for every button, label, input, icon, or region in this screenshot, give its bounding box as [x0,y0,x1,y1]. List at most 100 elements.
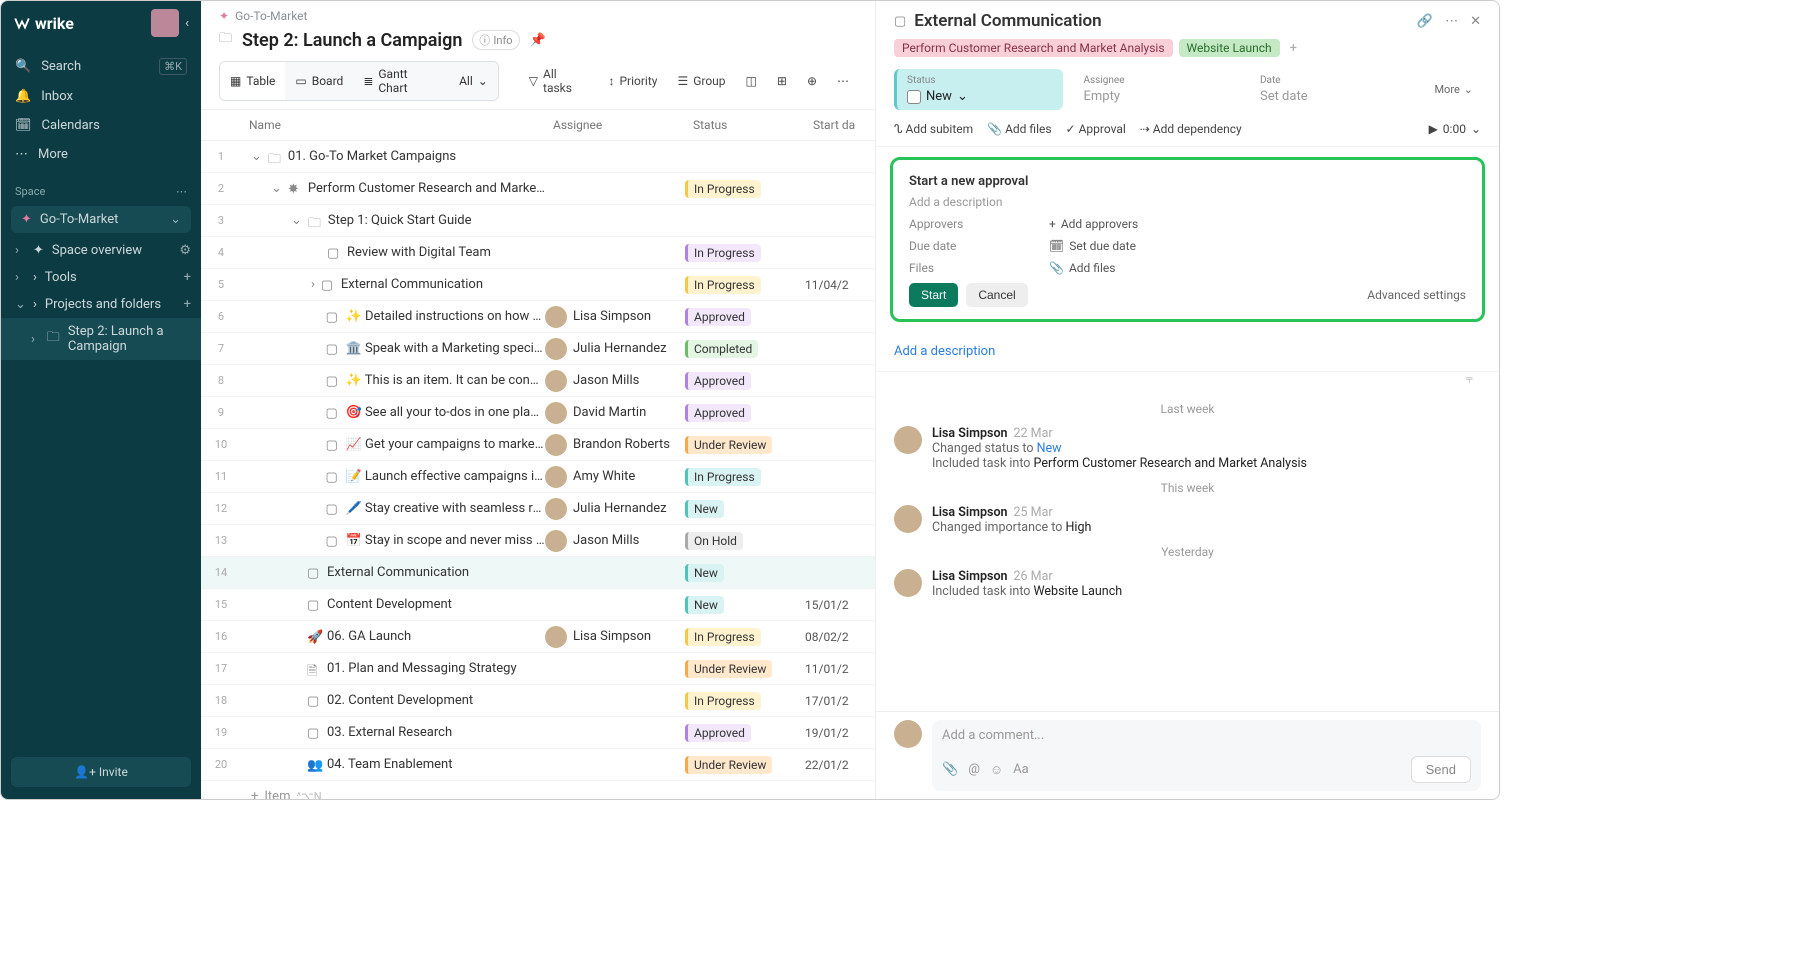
th-date[interactable]: Start da [805,110,875,140]
status-checkbox[interactable] [907,90,921,104]
time-tracking[interactable]: ▶ 0:00 ⌄ [1429,122,1481,136]
table-row[interactable]: 1 ⌄ 🗀 01. Go-To Market Campaigns [201,141,875,173]
send-button[interactable]: Send [1411,756,1471,783]
plus-icon[interactable]: + [184,270,191,285]
table-row[interactable]: 19 ▢ 03. External Research Approved 19/0… [201,717,875,749]
table-row[interactable]: 12 ▢ 🖊️ Stay creative with seamless revi… [201,493,875,525]
view-gantt[interactable]: ≣Gantt Chart [353,62,449,100]
chevron-down-icon[interactable]: ⌄ [291,213,302,228]
status-badge[interactable]: New [685,596,724,614]
tree-item[interactable]: ›✦Space overview⚙ [1,237,201,264]
table-row[interactable]: 4 ▢ Review with Digital Team In Progress [201,237,875,269]
status-badge[interactable]: Under Review [685,436,772,454]
add-files-approval[interactable]: 📎Add files [1049,261,1115,275]
tag[interactable]: Perform Customer Research and Market Ana… [894,39,1173,57]
invite-button[interactable]: 👤+ Invite [11,757,191,787]
filter-alltasks[interactable]: ▽All tasks [521,62,597,100]
approval-action[interactable]: ✓ Approval [1066,122,1126,136]
link-icon[interactable]: 🔗 [1417,14,1433,29]
filter-group[interactable]: ☰Group [669,69,733,93]
chevron-down-icon[interactable]: ⌄ [271,181,282,196]
view-table[interactable]: ▦Table [220,62,285,100]
table-row[interactable]: 14 ▢ External Communication New [201,557,875,589]
date-field[interactable]: Date Set date [1250,69,1416,110]
add-item[interactable]: + Item ^⌥N [201,781,875,799]
view-all[interactable]: All ⌄ [449,62,498,100]
wrike-logo[interactable]: wrike [13,14,74,33]
tree-item[interactable]: ›🗀Step 2: Launch a Campaign [1,318,201,360]
th-assignee[interactable]: Assignee [545,110,685,140]
user-avatar[interactable] [151,9,179,37]
sidebar-link-more[interactable]: ⋯More [1,140,201,169]
tool-extra1-icon[interactable]: ◫ [738,69,765,93]
cancel-button[interactable]: Cancel [966,283,1027,307]
status-badge[interactable]: Under Review [685,756,772,774]
tool-extra2-icon[interactable]: ⊞ [769,69,795,93]
sidebar-link-search[interactable]: 🔍Search⌘K [1,51,201,82]
sidebar-link-calendar[interactable]: 🗓Calendars [1,111,201,140]
comment-input[interactable]: Add a comment... 📎 @ ☺ Aa Send [932,720,1481,791]
filter-priority[interactable]: ↕Priority [600,69,665,93]
th-status[interactable]: Status [685,110,805,140]
assignee-field[interactable]: Assignee Empty [1073,69,1239,110]
status-badge[interactable]: Completed [685,340,758,358]
tree-item[interactable]: ››Tools+ [1,264,201,291]
pin-icon[interactable]: 📌 [530,33,546,48]
table-row[interactable]: 20 👥 04. Team Enablement Under Review 22… [201,749,875,781]
status-badge[interactable]: In Progress [685,468,761,486]
emoji-icon[interactable]: ☺ [990,762,1003,778]
table-row[interactable]: 7 ▢ 🏛️ Speak with a Marketing specialist… [201,333,875,365]
table-row[interactable]: 17 🗎 01. Plan and Messaging Strategy Und… [201,653,875,685]
set-due-date[interactable]: 🗓Set due date [1049,239,1136,253]
add-description[interactable]: Add a description [876,332,1499,371]
table-row[interactable]: 9 ▢ 🎯 See all your to-dos in one place a… [201,397,875,429]
space-selector[interactable]: ✦ Go-To-Market ⌄ [11,206,191,233]
plus-icon[interactable]: + [184,297,191,312]
advanced-settings[interactable]: Advanced settings [1367,288,1466,302]
table-row[interactable]: 8 ▢ ✨ This is an item. It can be configu… [201,365,875,397]
table-row[interactable]: 16 🚀 06. GA Launch Lisa Simpson In Progr… [201,621,875,653]
status-badge[interactable]: In Progress [685,692,761,710]
status-badge[interactable]: On Hold [685,532,743,550]
status-badge[interactable]: In Progress [685,180,761,198]
table-row[interactable]: 18 ▢ 02. Content Development In Progress… [201,685,875,717]
status-field[interactable]: Status New ⌄ [894,69,1063,110]
format-icon[interactable]: Aa [1013,762,1029,777]
table-row[interactable]: 3 ⌄ 🗀 Step 1: Quick Start Guide [201,205,875,237]
add-subitem[interactable]: ᔐ Add subitem [894,122,973,136]
more-icon[interactable]: ⋯ [1445,14,1458,29]
approval-add-description[interactable]: Add a description [909,195,1466,209]
chevron-right-icon[interactable]: › [311,277,315,292]
meta-more[interactable]: More⌄ [1426,79,1481,100]
table-row[interactable]: 11 ▢ 📝 Launch effective campaigns in sec… [201,461,875,493]
close-icon[interactable]: ✕ [1470,14,1481,29]
info-chip[interactable]: ⓘ Info [472,30,519,50]
mention-icon[interactable]: @ [968,762,980,777]
status-badge[interactable]: New [685,500,724,518]
status-badge[interactable]: Under Review [685,660,772,678]
tree-item[interactable]: ⌄›Projects and folders+ [1,291,201,318]
toolbar-more-icon[interactable]: ⋯ [829,69,857,93]
table-row[interactable]: 2 ⌄ ✸ Perform Customer Research and Mark… [201,173,875,205]
status-badge[interactable]: In Progress [685,276,761,294]
breadcrumb[interactable]: ✦ Go-To-Market [201,1,875,27]
status-badge[interactable]: New [685,564,724,582]
table-row[interactable]: 15 ▢ Content Development New 15/01/2 [201,589,875,621]
add-files[interactable]: 📎 Add files [987,122,1051,136]
chevron-down-icon[interactable]: ⌄ [251,149,262,164]
add-tag-icon[interactable]: + [1286,41,1301,56]
activity-filter-icon[interactable]: ⫧ [1466,372,1473,387]
add-approvers[interactable]: +Add approvers [1049,217,1138,231]
task-title[interactable]: External Communication [914,11,1101,31]
table-row[interactable]: 13 ▢ 📅 Stay in scope and never miss a de… [201,525,875,557]
attach-icon[interactable]: 📎 [942,762,958,777]
status-badge[interactable]: Approved [685,724,751,742]
table-row[interactable]: 6 ▢ ✨ Detailed instructions on how to us… [201,301,875,333]
add-dependency[interactable]: ⇢ Add dependency [1140,122,1242,136]
space-menu-icon[interactable]: ⋯ [176,185,187,198]
view-board[interactable]: ▭Board [285,62,353,100]
status-badge[interactable]: In Progress [685,628,761,646]
sidebar-link-bell[interactable]: 🔔Inbox [1,82,201,111]
status-badge[interactable]: In Progress [685,244,761,262]
table-row[interactable]: 5 › ▢ External Communication In Progress… [201,269,875,301]
